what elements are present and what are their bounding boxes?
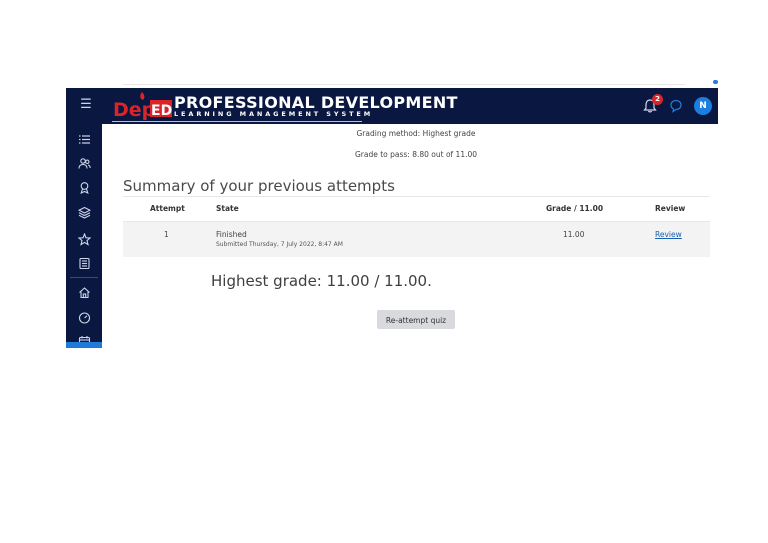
svg-text:ED: ED — [151, 103, 172, 119]
reattempt-quiz-button[interactable]: Re-attempt quiz — [377, 310, 455, 329]
table-top-rule — [123, 196, 710, 197]
users-icon[interactable] — [66, 152, 102, 174]
column-header-review: Review — [655, 204, 686, 213]
browser-strip — [123, 79, 685, 85]
hamburger-menu-icon[interactable]: ☰ — [78, 97, 94, 113]
brand-subtitle: LEARNING MANAGEMENT SYSTEM — [174, 110, 374, 118]
top-navbar: ☰ Dep ED PROFESSIONAL DEVELOPMENT LEARNI… — [66, 88, 718, 124]
sidebar-divider — [70, 277, 98, 278]
layers-icon[interactable] — [66, 201, 102, 223]
column-header-grade: Grade / 11.00 — [546, 204, 604, 213]
home-icon[interactable] — [66, 281, 102, 303]
review-link[interactable]: Review — [655, 230, 682, 239]
attempt-number: 1 — [164, 230, 169, 239]
notification-badge: 2 — [652, 94, 663, 105]
list-icon[interactable] — [66, 128, 102, 150]
quiz-content: Grading method: Highest grade Grade to p… — [102, 124, 718, 348]
grade-to-pass: Grade to pass: 8.80 out of 11.00 — [354, 150, 478, 159]
highest-grade: Highest grade: 11.00 / 11.00. — [211, 272, 432, 290]
attempt-submitted: Submitted Thursday, 7 July 2022, 8:47 AM — [216, 241, 343, 248]
sidebar-active-indicator — [66, 342, 102, 348]
star-icon[interactable] — [66, 228, 102, 250]
svg-text:Dep: Dep — [113, 99, 155, 121]
chat-icon[interactable] — [669, 99, 683, 113]
calendar-icon[interactable] — [66, 330, 102, 352]
attempt-state: Finished — [216, 230, 247, 239]
deped-logo[interactable]: Dep ED — [112, 91, 174, 121]
column-header-state: State — [216, 204, 239, 213]
grading-method: Grading method: Highest grade — [356, 129, 476, 138]
sidebar — [66, 124, 102, 348]
column-header-attempt: Attempt — [150, 204, 185, 213]
attempt-grade: 11.00 — [563, 230, 585, 239]
table-row — [123, 222, 710, 257]
award-icon[interactable] — [66, 176, 102, 198]
book-icon[interactable] — [66, 252, 102, 274]
summary-heading: Summary of your previous attempts — [123, 177, 395, 195]
brand-underline — [112, 121, 362, 122]
user-avatar[interactable]: N — [694, 97, 712, 115]
dashboard-icon[interactable] — [66, 306, 102, 328]
browser-indicator — [713, 80, 718, 84]
